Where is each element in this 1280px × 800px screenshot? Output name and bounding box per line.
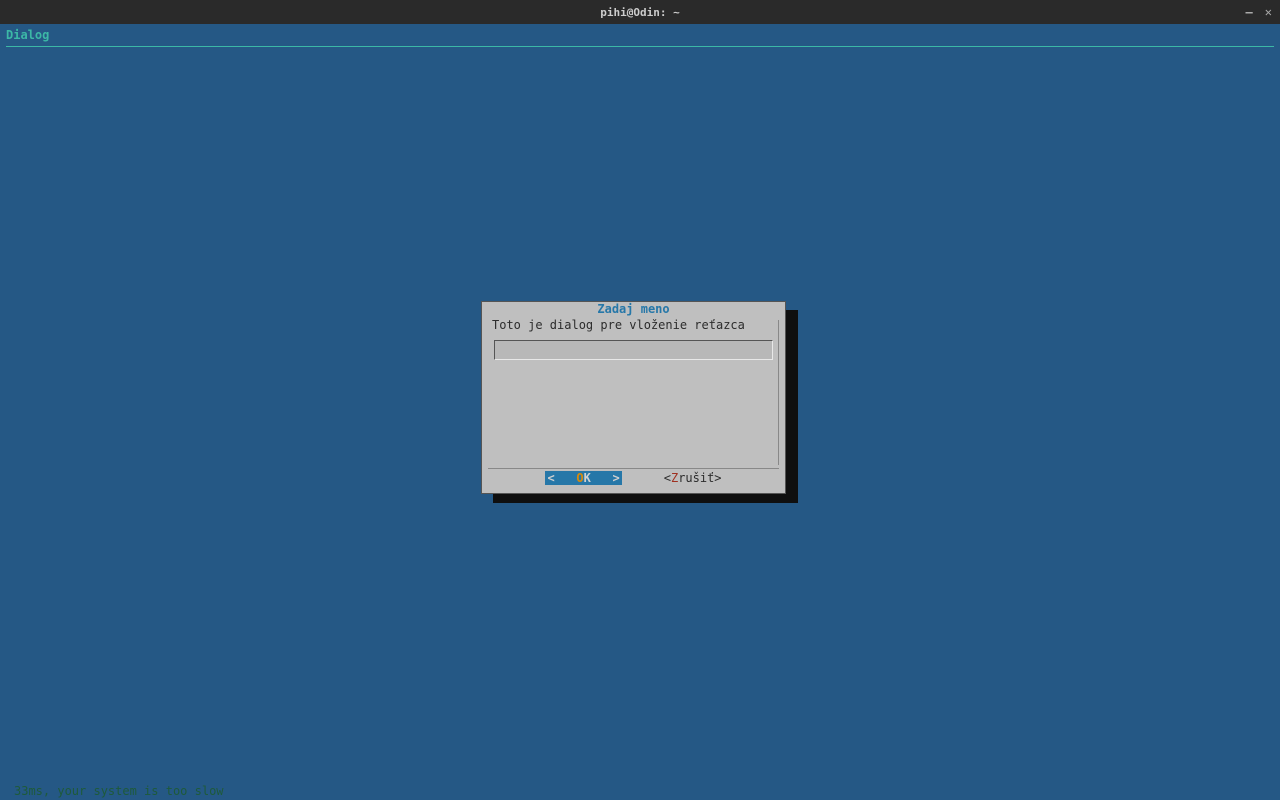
minimize-button[interactable]: — [1246, 6, 1253, 18]
terminal-divider [6, 46, 1274, 47]
terminal-area: Dialog Zadaj meno Toto je dialog pre vlo… [0, 24, 1280, 800]
input-dialog: Zadaj meno Toto je dialog pre vloženie r… [481, 301, 786, 494]
window-titlebar: pihi@Odin: ~ — ✕ [0, 0, 1280, 24]
dialog-frame [488, 320, 779, 465]
button-separator [488, 468, 779, 469]
cancel-button[interactable]: <Zrušiť> [664, 471, 722, 485]
dialog-title: Zadaj meno [595, 302, 671, 316]
dialog-button-row: < OK > <Zrušiť> [482, 471, 785, 485]
ok-button[interactable]: < OK > [545, 471, 621, 485]
titlebar-controls: — ✕ [1246, 6, 1272, 18]
close-button[interactable]: ✕ [1265, 6, 1272, 18]
window-title: pihi@Odin: ~ [600, 6, 679, 19]
dialog-title-row: Zadaj meno [482, 302, 785, 316]
status-message: 33ms, your system is too slow [14, 784, 224, 800]
terminal-title: Dialog [0, 24, 1280, 44]
ok-hotkey: O [576, 471, 583, 485]
